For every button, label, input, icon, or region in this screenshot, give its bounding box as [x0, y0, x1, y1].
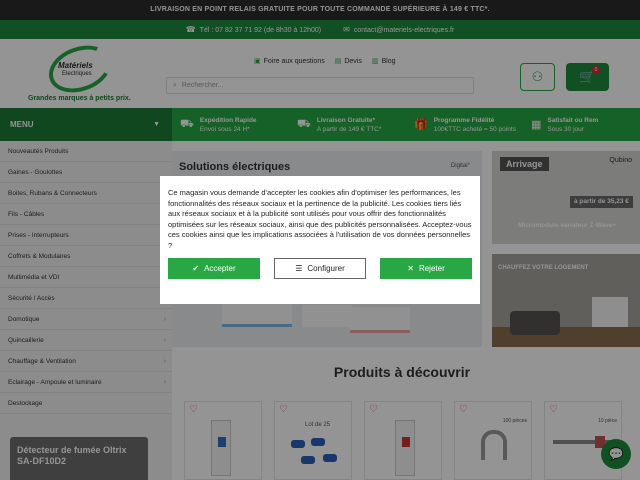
double-check-icon: ✔ — [192, 264, 200, 273]
cookie-consent-text: Ce magasin vous demande d'accepter les c… — [168, 188, 472, 250]
sliders-icon: ☰ — [295, 264, 303, 273]
close-icon: ✕ — [407, 264, 414, 273]
configure-cookies-button[interactable]: ☰ Configurer — [274, 258, 366, 279]
cookie-consent-dialog: Ce magasin vous demande d'accepter les c… — [160, 176, 480, 304]
accept-cookies-button[interactable]: ✔ Accepter — [168, 258, 260, 279]
configure-label: Configurer — [307, 264, 345, 273]
accept-label: Accepter — [204, 264, 236, 273]
reject-label: Rejeter — [418, 264, 445, 273]
reject-cookies-button[interactable]: ✕ Rejeter — [380, 258, 472, 279]
